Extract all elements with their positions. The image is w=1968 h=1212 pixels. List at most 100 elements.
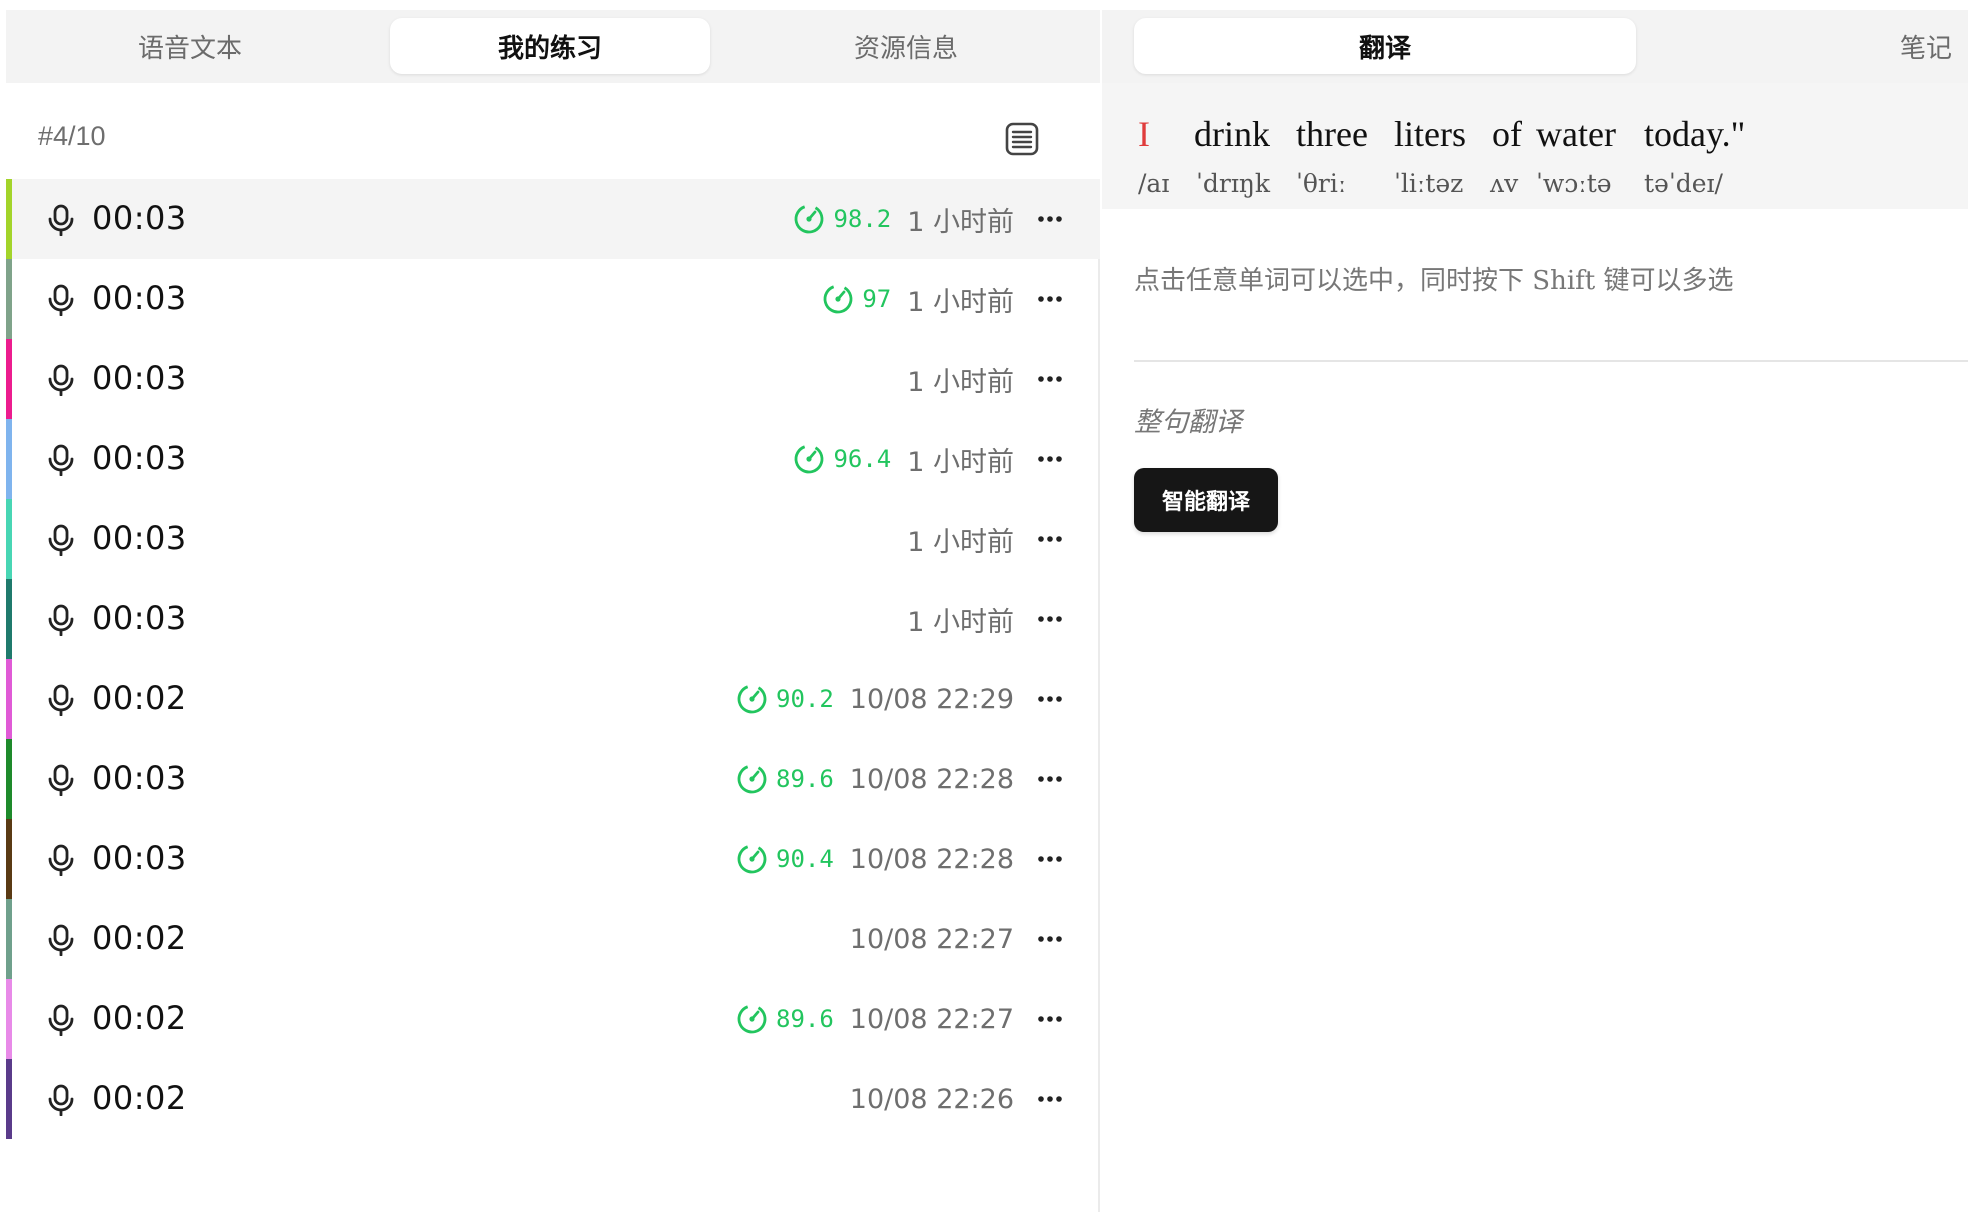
translation-panel: 翻译 笔记 I drink three liters of water toda… [1102,10,1968,1212]
score-value: 90.2 [776,685,834,713]
row-meta: 89.6 10/08 22:27 [736,979,1066,1059]
row-meta: 90.4 10/08 22:28 [736,819,1066,899]
recording-time: 1 小时前 [907,446,1014,478]
recording-duration: 00:02 [92,1079,187,1117]
list-document-icon[interactable] [1004,121,1040,157]
recording-time: 1 小时前 [907,206,1014,238]
more-dots-icon[interactable] [1034,523,1066,555]
sentence-word[interactable]: today." [1644,113,1745,155]
more-dots-icon[interactable] [1034,203,1066,235]
microphone-icon[interactable] [46,364,76,397]
recording-time: 1 小时前 [907,366,1014,398]
recording-row[interactable]: 00:03 90.4 10/08 22:28 [6,819,1100,899]
microphone-icon[interactable] [46,684,76,717]
recording-row[interactable]: 00:02 90.2 10/08 22:29 [6,659,1100,739]
smart-translate-button[interactable]: 智能翻译 [1134,468,1278,532]
row-meta: 89.6 10/08 22:28 [736,739,1066,819]
sentence-word[interactable]: water [1536,113,1616,155]
row-meta: 90.2 10/08 22:29 [736,659,1066,739]
row-color-stripe [6,899,12,979]
score-value: 89.6 [776,1005,834,1033]
more-dots-icon[interactable] [1034,763,1066,795]
microphone-icon[interactable] [46,1084,76,1117]
recording-row[interactable]: 00:03 1 小时前 [6,579,1100,659]
selection-hint: 点击任意单词可以选中，同时按下 Shift 键可以多选 [1134,266,1734,296]
recording-duration: 00:03 [92,759,187,797]
recording-row[interactable]: 00:03 96.4 1 小时前 [6,419,1100,499]
gauge-check-icon [736,1003,768,1035]
microphone-icon[interactable] [46,1004,76,1037]
sentence-counter: #4/10 [38,121,106,151]
ipa-text: ˈliːtəz [1394,169,1464,198]
recording-row[interactable]: 00:03 89.6 10/08 22:28 [6,739,1100,819]
recording-duration: 00:03 [92,359,187,397]
more-dots-icon[interactable] [1034,923,1066,955]
gauge-check-icon [793,203,825,235]
ipa-text: ˈdrɪŋk [1196,169,1271,198]
recording-row[interactable]: 00:02 89.6 10/08 22:27 [6,979,1100,1059]
recording-row[interactable]: 00:03 1 小时前 [6,499,1100,579]
recording-time: 10/08 22:27 [849,923,1014,955]
recording-duration: 00:03 [92,599,187,637]
microphone-icon[interactable] [46,204,76,237]
row-color-stripe [6,1059,12,1139]
score-badge: 96.4 [793,443,891,475]
more-dots-icon[interactable] [1034,843,1066,875]
score-badge: 97 [822,283,891,315]
more-dots-icon[interactable] [1034,363,1066,395]
more-dots-icon[interactable] [1034,1083,1066,1115]
row-meta: 10/08 22:27 [844,899,1066,979]
tab-resource-info[interactable]: 资源信息 [746,18,1066,74]
score-badge: 89.6 [736,1003,834,1035]
row-meta: 1 小时前 [901,499,1066,579]
more-dots-icon[interactable] [1034,443,1066,475]
row-color-stripe [6,579,12,659]
row-color-stripe [6,339,12,419]
microphone-icon[interactable] [46,444,76,477]
tab-translation[interactable]: 翻译 [1134,18,1636,74]
ipa-text: ʌv [1490,169,1519,198]
more-dots-icon[interactable] [1034,1003,1066,1035]
sentence-display: I drink three liters of water today." /a… [1102,83,1968,209]
microphone-icon[interactable] [46,284,76,317]
sentence-word[interactable]: drink [1194,113,1270,155]
microphone-icon[interactable] [46,924,76,957]
more-dots-icon[interactable] [1034,603,1066,635]
recording-row[interactable]: 00:03 1 小时前 [6,339,1100,419]
recording-duration: 00:03 [92,279,187,317]
microphone-icon[interactable] [46,604,76,637]
tab-speech-text[interactable]: 语音文本 [30,18,350,74]
gauge-check-icon [736,843,768,875]
more-dots-icon[interactable] [1034,283,1066,315]
row-meta: 96.4 1 小时前 [793,419,1066,499]
recording-row[interactable]: 00:03 97 1 小时前 [6,259,1100,339]
recording-duration: 00:02 [92,919,187,957]
ipa-text: /aɪ [1138,169,1170,198]
sentence-word[interactable]: of [1492,113,1522,155]
tab-notes[interactable]: 笔记 [1858,18,1968,74]
recording-time: 10/08 22:26 [849,1083,1014,1115]
row-color-stripe [6,819,12,899]
sentence-word[interactable]: liters [1394,113,1466,155]
microphone-icon[interactable] [46,764,76,797]
ipa-text: təˈdeɪ/ [1644,169,1723,198]
score-value: 97 [862,285,892,313]
recording-time: 1 小时前 [907,286,1014,318]
recording-row[interactable]: 00:02 10/08 22:26 [6,1059,1100,1139]
recording-duration: 00:02 [92,679,187,717]
row-meta: 1 小时前 [901,579,1066,659]
sentence-word[interactable]: three [1296,113,1368,155]
recording-duration: 00:03 [92,199,187,237]
sentence-word[interactable]: I [1138,113,1150,155]
score-value: 98.2 [833,205,892,233]
score-badge: 98.2 [793,203,891,235]
microphone-icon[interactable] [46,844,76,877]
app-window: 语音文本 我的练习 资源信息 #4/10 00:03 98.2 1 小时前 00:03… [0,0,1968,1212]
recording-time: 10/08 22:29 [849,683,1014,715]
more-dots-icon[interactable] [1034,683,1066,715]
tab-my-practice[interactable]: 我的练习 [390,18,710,74]
recording-row[interactable]: 00:02 10/08 22:27 [6,899,1100,979]
row-color-stripe [6,979,12,1059]
recording-row[interactable]: 00:03 98.2 1 小时前 [6,179,1100,259]
microphone-icon[interactable] [46,524,76,557]
